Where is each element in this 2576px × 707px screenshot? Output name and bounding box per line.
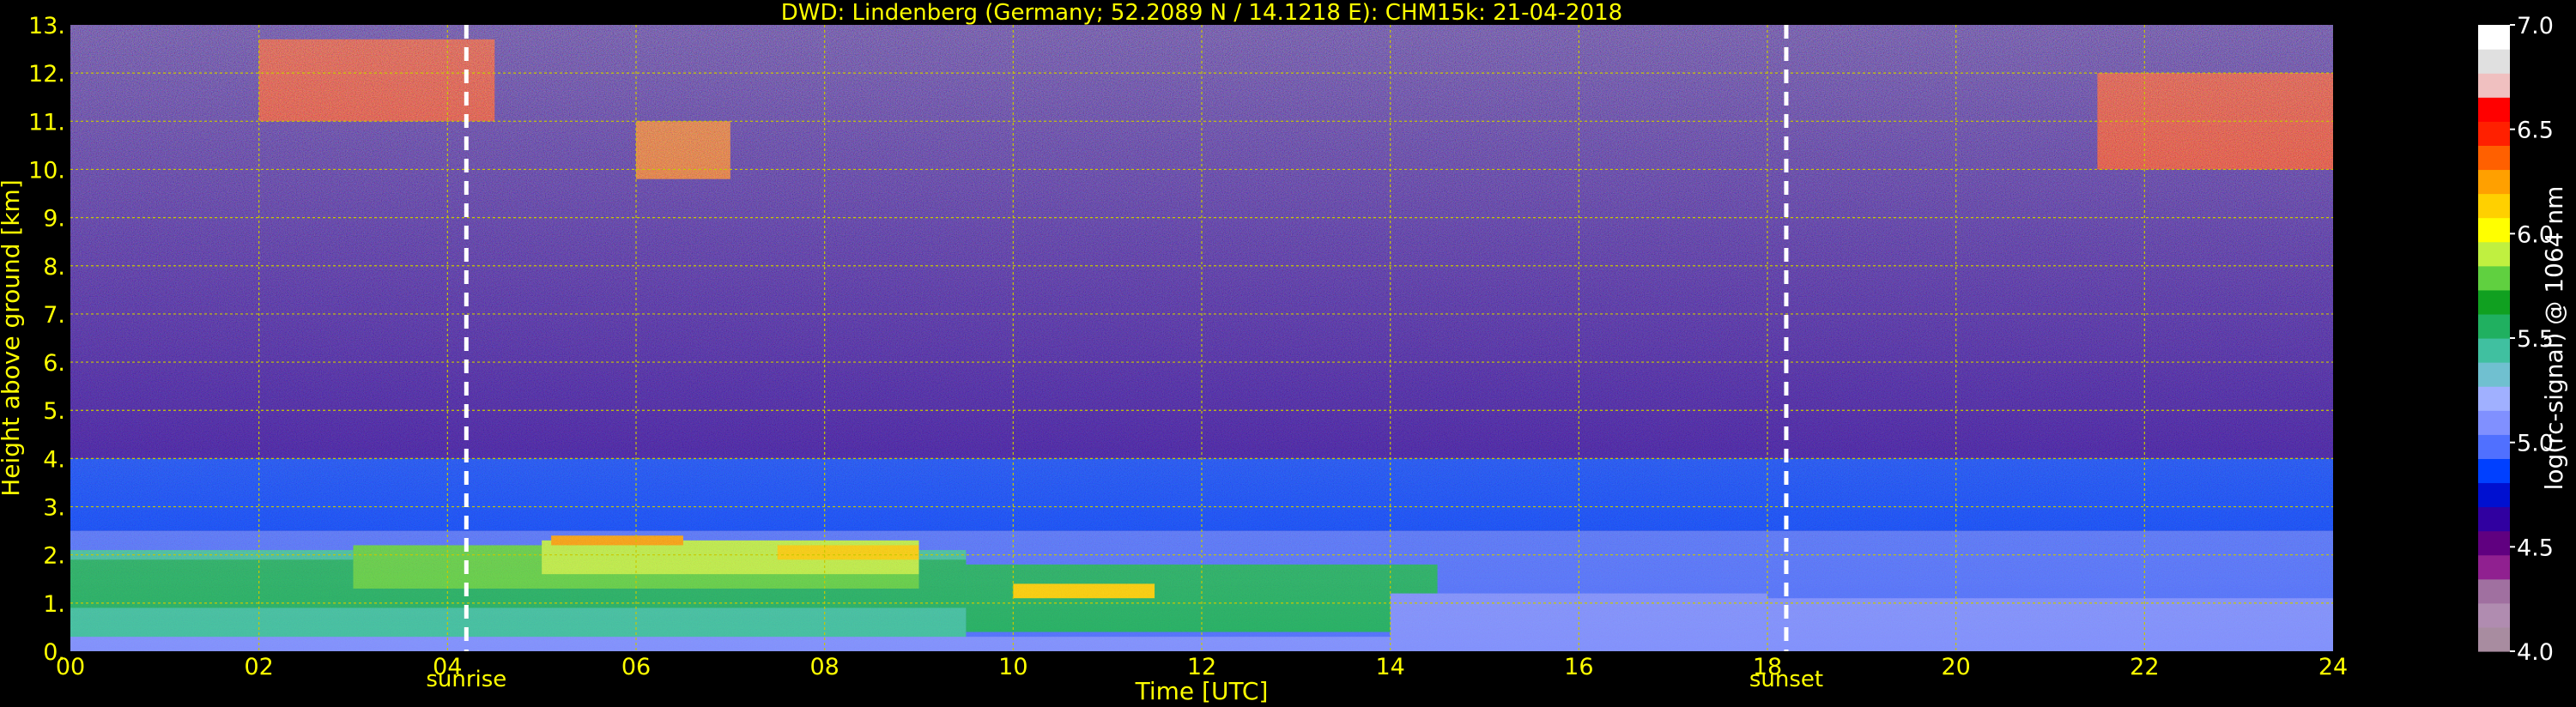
colorbar-segment xyxy=(2478,241,2510,267)
y-tick-label: 7. xyxy=(43,302,65,329)
x-tick-label: 16 xyxy=(1564,654,1593,680)
y-tick-label: 8. xyxy=(43,254,65,281)
colorbar-segment xyxy=(2478,338,2510,363)
colorbar-segment xyxy=(2478,554,2510,580)
lidar-figure: DWD: Lindenberg (Germany; 52.2089 N / 14… xyxy=(0,0,2568,705)
colorbar-segment xyxy=(2478,458,2510,484)
colorbar-segment xyxy=(2478,626,2510,652)
colorbar-segment xyxy=(2478,145,2510,171)
colorbar-segment xyxy=(2478,362,2510,387)
x-tick-label: 22 xyxy=(2130,654,2159,680)
colorbar-tick-label: 4.0 xyxy=(2517,639,2554,666)
colorbar-segment xyxy=(2478,25,2510,50)
y-tick-label: 6. xyxy=(43,350,65,377)
colorbar-segment xyxy=(2478,121,2510,146)
colorbar-tick-label: 4.5 xyxy=(2517,535,2554,561)
x-axis-label: Time [UTC] xyxy=(1135,677,1269,705)
colorbar-segment xyxy=(2478,386,2510,411)
x-tick-label: 10 xyxy=(998,654,1027,680)
colorbar-segment xyxy=(2478,49,2510,74)
colorbar-segment xyxy=(2478,410,2510,435)
colorbar-segment xyxy=(2478,313,2510,339)
plot-area xyxy=(70,25,2333,651)
colorbar-segment xyxy=(2478,530,2510,556)
colorbar-segment xyxy=(2478,578,2510,604)
colorbar-segment xyxy=(2478,506,2510,532)
sunrise-label: sunrise xyxy=(426,667,506,692)
y-tick-label: 1. xyxy=(43,591,65,618)
x-tick-label: 14 xyxy=(1375,654,1404,680)
y-tick-label: 12. xyxy=(28,61,65,88)
colorbar xyxy=(2478,25,2510,652)
colorbar-segment xyxy=(2478,289,2510,315)
y-tick-label: 5. xyxy=(43,398,65,425)
colorbar-segment xyxy=(2478,434,2510,459)
y-tick-label: 0. xyxy=(43,639,65,666)
colorbar-segment xyxy=(2478,265,2510,291)
x-tick-label: 24 xyxy=(2318,654,2348,680)
sunset-label: sunset xyxy=(1749,667,1823,692)
y-tick-label: 4. xyxy=(43,446,65,473)
colorbar-tick-label: 6.5 xyxy=(2517,118,2554,144)
colorbar-segment xyxy=(2478,97,2510,122)
colorbar-segment xyxy=(2478,169,2510,195)
colorbar-tick-label: 7.0 xyxy=(2517,13,2554,39)
colorbar-segment xyxy=(2478,73,2510,98)
y-axis-ticks: 0. 1. 2. 3. 4. 5. 6. 7. 8. 9. 10. 11. 12. 13. xyxy=(28,13,65,666)
y-tick-label: 3. xyxy=(43,495,65,522)
colorbar-segment xyxy=(2478,482,2510,508)
colorbar-segment xyxy=(2478,602,2510,628)
y-tick-label: 13. xyxy=(28,13,65,39)
chart-title: DWD: Lindenberg (Germany; 52.2089 N / 14… xyxy=(781,0,1622,26)
x-tick-label: 08 xyxy=(809,654,839,680)
x-tick-label: 06 xyxy=(621,654,651,680)
y-tick-label: 11. xyxy=(28,109,65,136)
y-axis-label: Height above ground [km] xyxy=(0,179,25,497)
x-tick-label: 20 xyxy=(1941,654,1970,680)
colorbar-segment xyxy=(2478,193,2510,219)
y-tick-label: 10. xyxy=(28,157,65,184)
y-tick-label: 2. xyxy=(43,543,65,570)
x-tick-label: 02 xyxy=(244,654,273,680)
colorbar-label: log(rc-signal) @ 1064 nm xyxy=(2540,186,2568,491)
y-tick-label: 9. xyxy=(43,206,65,233)
colorbar-segment xyxy=(2478,217,2510,243)
